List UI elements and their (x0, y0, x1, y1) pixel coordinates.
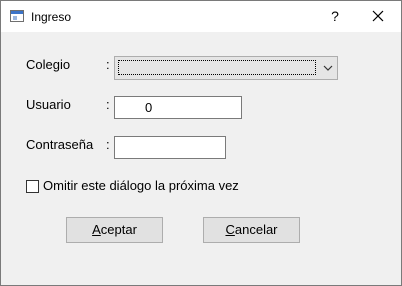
title-bar: Ingreso ? (1, 1, 401, 32)
window-title: Ingreso (31, 10, 72, 24)
login-dialog: Ingreso ? Colegio : Usuario : 0 Contrase… (0, 0, 402, 286)
contrasena-label: Contraseña (26, 137, 94, 152)
colegio-dropdown[interactable] (114, 56, 338, 80)
skip-dialog-label[interactable]: Omitir este diálogo la próxima vez (43, 178, 239, 194)
cancel-button[interactable]: Cancelar (203, 217, 300, 243)
colegio-colon: : (106, 57, 110, 72)
usuario-input[interactable]: 0 (114, 96, 242, 119)
usuario-label: Usuario (26, 97, 71, 112)
usuario-colon: : (106, 97, 110, 112)
accept-button[interactable]: Aceptar (66, 217, 163, 243)
colegio-selected-value (118, 60, 316, 75)
colegio-label: Colegio (26, 57, 71, 72)
close-icon (372, 10, 384, 22)
contrasena-input[interactable] (114, 136, 226, 159)
close-button[interactable] (355, 1, 401, 32)
chevron-down-icon (323, 65, 333, 71)
app-window-icon (10, 10, 24, 22)
contrasena-colon: : (106, 137, 110, 152)
help-button[interactable]: ? (312, 1, 358, 32)
skip-dialog-checkbox[interactable] (26, 180, 39, 193)
